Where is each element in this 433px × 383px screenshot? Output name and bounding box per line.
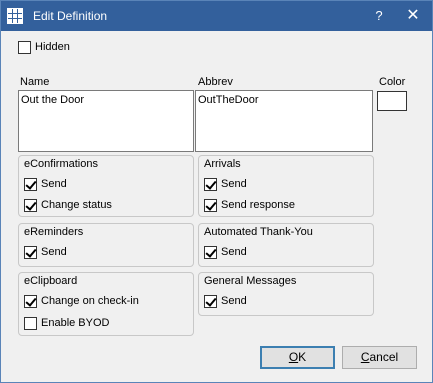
automated-thank-you-send-checkbox[interactable] [204,246,217,259]
automated-thank-you-group: Automated Thank-You Send [198,223,374,267]
econfirmations-title: eConfirmations [24,158,98,170]
eclipboard-change-on-checkin-label: Change on check-in [41,295,139,307]
grid-app-icon [7,8,23,24]
ok-label-rest: K [298,350,307,364]
ereminders-send-checkbox[interactable] [24,246,37,259]
window-title: Edit Definition [33,9,108,23]
close-button[interactable]: ✕ [401,6,425,26]
arrivals-send-response-checkbox[interactable] [204,199,217,212]
eclipboard-enable-byod-checkbox[interactable] [24,317,37,330]
arrivals-send-response-label: Send response [221,199,295,211]
cancel-label-rest: ancel [369,350,399,364]
hidden-checkbox[interactable] [18,41,31,54]
eclipboard-change-on-checkin-checkbox[interactable] [24,295,37,308]
color-swatch[interactable] [377,91,407,111]
econfirmations-change-status-label: Change status [41,199,112,211]
ereminders-send-label: Send [41,246,67,258]
edit-definition-dialog: Edit Definition ? ✕ Hidden Name Out the … [0,0,433,383]
color-label: Color [379,76,406,88]
name-label: Name [20,76,50,88]
general-messages-send-checkbox[interactable] [204,295,217,308]
name-field[interactable]: Out the Door [18,90,194,152]
title-bar: Edit Definition ? ✕ [1,1,432,31]
arrivals-send-label: Send [221,178,247,190]
ereminders-title: eReminders [24,226,84,238]
econfirmations-send-checkbox[interactable] [24,178,37,191]
general-messages-send-label: Send [221,295,247,307]
general-messages-title: General Messages [204,275,297,287]
econfirmations-send-label: Send [41,178,67,190]
abbrev-field[interactable]: OutTheDoor [195,90,373,152]
econfirmations-change-status-checkbox[interactable] [24,199,37,212]
hidden-label: Hidden [35,41,70,53]
help-button[interactable]: ? [367,6,391,26]
arrivals-title: Arrivals [204,158,241,170]
abbrev-label: Abbrev [198,76,233,88]
automated-thank-you-title: Automated Thank-You [204,226,313,238]
ok-accelerator: O [288,350,299,364]
dialog-body: Hidden Name Out the Door Abbrev OutTheDo… [1,31,432,382]
eclipboard-enable-byod-label: Enable BYOD [41,317,110,329]
arrivals-send-checkbox[interactable] [204,178,217,191]
general-messages-group: General Messages Send [198,272,374,316]
cancel-button[interactable]: Cancel [342,346,417,369]
eclipboard-group: eClipboard Change on check-in Enable BYO… [18,272,194,336]
automated-thank-you-send-label: Send [221,246,247,258]
econfirmations-group: eConfirmations Send Change status [18,155,194,217]
arrivals-group: Arrivals Send Send response [198,155,374,217]
eclipboard-title: eClipboard [24,275,78,287]
ereminders-group: eReminders Send [18,223,194,267]
ok-button[interactable]: OK [260,346,335,369]
